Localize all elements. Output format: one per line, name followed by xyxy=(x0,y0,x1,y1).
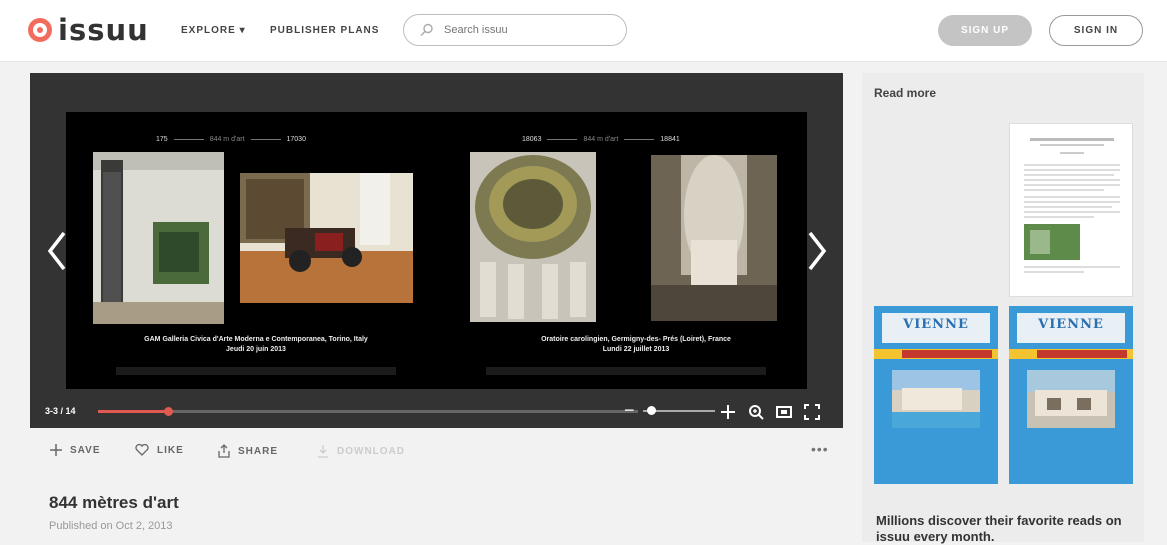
magazine-banner xyxy=(874,349,998,359)
recommended-magazine-thumbnail[interactable]: VIENNE xyxy=(1009,306,1133,484)
share-label: SHARE xyxy=(238,445,279,457)
sign-up-button[interactable]: SIGN UP xyxy=(938,15,1032,46)
heart-icon xyxy=(135,444,149,456)
magazine-masthead: VIENNE xyxy=(882,313,990,343)
page-count: 3-3 / 14 xyxy=(45,406,76,416)
left-caption-date: Jeudi 20 juin 2013 xyxy=(226,346,286,353)
search-icon xyxy=(420,23,433,36)
recommended-magazine-thumbnail[interactable]: VIENNE xyxy=(874,306,998,484)
car-sculpture-photo xyxy=(240,173,413,303)
left-caption-place: GAM Galleria Civica d'Arte Moderna e Con… xyxy=(144,336,368,343)
document-title: 844 mètres d'art xyxy=(49,493,179,512)
divider xyxy=(547,139,578,140)
left-footnote xyxy=(116,367,396,375)
progress-knob[interactable] xyxy=(164,407,174,416)
more-options-icon[interactable]: ••• xyxy=(811,441,829,457)
search-box[interactable] xyxy=(403,14,627,46)
mosaic-dome-photo xyxy=(470,152,596,322)
previous-page-icon[interactable] xyxy=(46,231,68,271)
divider xyxy=(250,139,281,140)
divider xyxy=(173,139,204,140)
search-input[interactable] xyxy=(444,21,614,39)
magazine-cover-photo xyxy=(892,370,980,428)
single-page-icon[interactable] xyxy=(776,404,792,420)
download-label: DOWNLOAD xyxy=(337,445,405,457)
document-viewer[interactable]: 175 844 m d'art 17030 GAM Galleria Civic… xyxy=(30,73,843,428)
read-more-sidebar: Read more VIENNE VIENNE Millions discove… xyxy=(862,73,1144,544)
left-caption: GAM Galleria Civica d'Arte Moderna e Con… xyxy=(96,335,416,355)
like-button[interactable]: LIKE xyxy=(135,444,184,456)
left-page-mid: 844 m d'art xyxy=(209,136,245,143)
divider xyxy=(624,139,655,140)
save-label: SAVE xyxy=(70,444,101,456)
share-icon xyxy=(218,444,230,458)
right-page-start: 18063 xyxy=(522,136,542,143)
issuu-logo-icon xyxy=(28,18,52,42)
right-page-mid: 844 m d'art xyxy=(583,136,619,143)
download-icon xyxy=(318,445,328,458)
magazine-title: VIENNE xyxy=(903,317,969,332)
sign-in-button[interactable]: SIGN IN xyxy=(1049,15,1143,46)
fullscreen-icon[interactable] xyxy=(804,404,820,420)
page-progress-bar[interactable] xyxy=(98,407,638,416)
right-caption-place: Oratoire carolingien, Germigny-des- Prés… xyxy=(541,336,731,343)
magazine-title: VIENNE xyxy=(1038,317,1104,332)
recommended-document-thumbnail[interactable] xyxy=(1009,123,1133,297)
gallery-photo xyxy=(93,152,224,324)
save-button[interactable]: SAVE xyxy=(50,444,101,456)
next-page-icon[interactable] xyxy=(806,231,828,271)
plus-icon xyxy=(50,444,62,456)
sidebar-promo-text: Millions discover their favorite reads o… xyxy=(876,513,1122,544)
magnify-icon[interactable] xyxy=(748,404,764,420)
magazine-masthead: VIENNE xyxy=(1017,313,1125,343)
page-spread: 175 844 m d'art 17030 GAM Galleria Civic… xyxy=(66,112,807,389)
progress-fill xyxy=(98,410,169,413)
right-caption-date: Lundi 22 juillet 2013 xyxy=(602,346,670,353)
left-page-start: 175 xyxy=(156,136,168,143)
viewer-controls: 3-3 / 14 − xyxy=(30,396,843,428)
right-footnote xyxy=(486,367,766,375)
read-more-heading: Read more xyxy=(874,86,937,100)
nav-publisher-plans[interactable]: PUBLISHER PLANS xyxy=(270,25,379,36)
issuu-logo[interactable]: issuu xyxy=(28,15,149,45)
top-header: issuu EXPLORE ▾ PUBLISHER PLANS SIGN UP … xyxy=(0,0,1167,62)
zoom-knob[interactable] xyxy=(646,406,656,415)
download-button[interactable]: DOWNLOAD xyxy=(317,444,405,458)
left-page-end: 17030 xyxy=(286,136,306,143)
like-label: LIKE xyxy=(157,444,184,456)
magazine-cover-photo xyxy=(1027,370,1115,428)
zoom-in-icon[interactable] xyxy=(720,404,736,420)
magazine-banner xyxy=(1009,349,1133,359)
chapel-interior-photo xyxy=(651,155,777,321)
nav-explore[interactable]: EXPLORE ▾ xyxy=(181,25,246,36)
zoom-out-icon[interactable]: − xyxy=(624,400,638,420)
share-button[interactable]: SHARE xyxy=(218,444,278,458)
left-page-header: 175 844 m d'art 17030 xyxy=(156,136,306,143)
right-caption: Oratoire carolingien, Germigny-des- Prés… xyxy=(476,335,796,355)
right-page-end: 18841 xyxy=(660,136,680,143)
publish-date: Published on Oct 2, 2013 xyxy=(49,520,173,532)
action-bar: SAVE LIKE SHARE DOWNLOAD ••• xyxy=(30,432,843,470)
logo-text: issuu xyxy=(58,13,149,47)
right-page-header: 18063 844 m d'art 18841 xyxy=(522,136,680,143)
